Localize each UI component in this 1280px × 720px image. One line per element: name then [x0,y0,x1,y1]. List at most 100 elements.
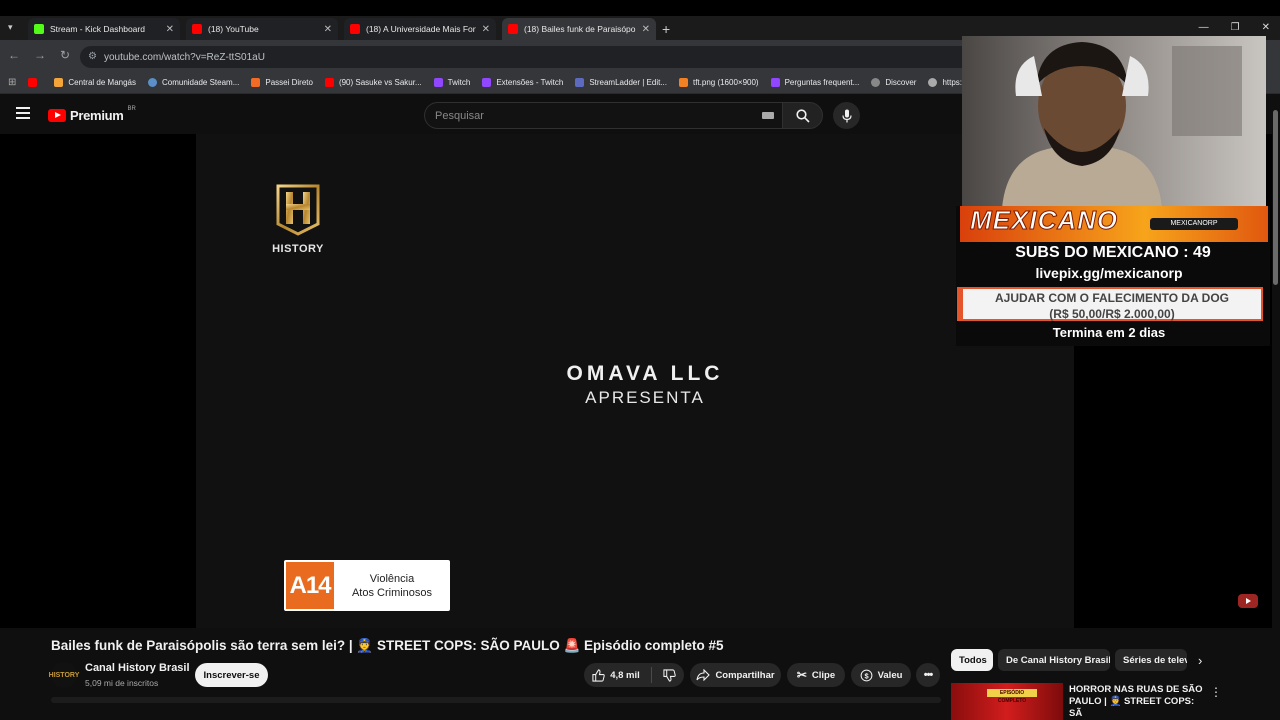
bookmark-item[interactable] [28,78,42,87]
presents-subtitle: APRESENTA [585,388,705,407]
close-tab-icon[interactable]: ✕ [482,24,490,35]
close-window-icon[interactable]: ✕ [1262,22,1270,33]
age-rating-badge: A14 Violência Atos Criminosos [284,560,450,611]
passei-direto-icon [251,78,261,87]
url-text: youtube.com/watch?v=ReZ-ttS01aU [104,51,265,63]
bookmark-item[interactable]: Extensões - Twitch [482,78,563,87]
voice-search-button[interactable] [833,102,860,129]
scrollbar-thumb[interactable] [1273,110,1278,285]
bookmark-item[interactable]: Passei Direto [251,78,313,87]
address-bar[interactable]: ⚙ youtube.com/watch?v=ReZ-ttS01aU [80,46,980,68]
rating-desc-line: Violência [369,572,415,585]
youtube-watermark-icon[interactable] [1236,592,1260,614]
tab-title: (18) Bailes funk de Paraisópolis [524,24,636,34]
nav-buttons: ← → ↻ [8,48,70,62]
youtube-icon [28,78,38,87]
tab-title: (18) A Universidade Mais Forte [366,24,476,34]
tab-bailes-funk[interactable]: (18) Bailes funk de Paraisópolis ✕ [502,18,656,40]
tab-youtube-home[interactable]: (18) YouTube ✕ [186,18,338,40]
site-info-icon[interactable]: ⚙ [88,51,97,62]
super-thanks-icon: $ [860,669,872,681]
bookmark-label: (90) Sasuke vs Sakur... [338,78,422,87]
tab-search-icon[interactable]: ▾ [8,22,13,33]
bookmark-item[interactable]: StreamLadder | Edit... [575,78,667,87]
search-input[interactable]: Pesquisar [424,102,782,129]
chip-all[interactable]: Todos [951,649,993,671]
forward-icon[interactable]: → [34,48,46,62]
logo-text: Premium [70,108,124,123]
window-controls: — ❐ ✕ [1199,22,1270,33]
channel-name[interactable]: Canal History Brasil [85,662,190,674]
livepix-link: livepix.gg/mexicanorp [1035,265,1183,281]
bookmark-item[interactable]: Comunidade Steam... [147,78,240,87]
scissors-icon: ✂ [796,668,807,682]
bookmark-item[interactable]: https:// [928,78,966,87]
back-icon[interactable]: ← [8,48,20,62]
thanks-button[interactable]: $ Valeu [851,663,911,687]
new-tab-button[interactable]: + [662,21,670,37]
subs-counter: SUBS DO MEXICANO : 49 [1015,244,1211,261]
chip-tv-series[interactable]: Séries de telev [1115,649,1187,671]
tab-kick-dashboard[interactable]: Stream - Kick Dashboard ✕ [28,18,180,40]
discover-icon [871,78,881,87]
steam-icon [147,78,157,87]
dislike-icon[interactable] [663,668,676,682]
youtube-logo[interactable]: Premium BR [48,105,136,123]
tab-title: (18) YouTube [208,24,259,34]
region-code: BR [127,105,136,112]
description-box[interactable] [51,697,941,703]
minimize-icon[interactable]: — [1199,22,1209,33]
bookmark-item[interactable]: Perguntas frequent... [770,78,860,87]
bookmark-label: Perguntas frequent... [784,78,860,87]
bookmark-item[interactable]: Twitch [433,78,470,87]
more-vert-icon[interactable]: ⋮ [1210,685,1222,699]
svg-text:$: $ [864,671,869,680]
streamer-webcam-image [962,36,1266,208]
bookmark-item[interactable]: Central de Mangás [54,78,136,87]
bookmark-item[interactable]: (90) Sasuke vs Sakur... [324,78,422,87]
bookmark-label: Extensões - Twitch [496,78,564,87]
microphone-icon [841,109,852,122]
goal-deadline: Termina em 2 dias [1052,325,1166,340]
close-tab-icon[interactable]: ✕ [642,24,650,35]
keyboard-icon[interactable] [762,112,774,119]
rating-description: Violência Atos Criminosos [334,572,450,600]
clip-button[interactable]: ✂ Clipe [787,663,845,687]
more-actions-button[interactable]: ••• [916,663,940,687]
share-button[interactable]: Compartilhar [690,663,781,687]
bookmark-label: StreamLadder | Edit... [589,78,667,87]
apps-icon[interactable]: ⊞ [8,77,16,88]
chevron-right-icon[interactable]: › [1198,653,1202,668]
streamer-name: MEXICANO [969,205,1119,236]
like-count[interactable]: 4,8 mil [610,670,640,681]
bookmark-item[interactable]: tft.png (1600×900) [678,78,759,87]
menu-icon[interactable] [16,107,30,119]
twitch-icon [770,78,780,87]
manga-icon [54,78,64,87]
maximize-icon[interactable]: ❐ [1231,22,1240,33]
youtube-play-icon [48,109,66,122]
reload-icon[interactable]: ↻ [60,48,70,62]
recommended-video-title[interactable]: HORROR NAS RUAS DE SÃO PAULO | 👮 STREET … [1069,684,1204,720]
like-icon[interactable] [592,668,605,682]
webcam-overlay [962,36,1266,208]
goal-title: AJUDAR COM O FALECIMENTO DA DOG [994,291,1229,305]
more-icon: ••• [923,669,934,681]
close-tab-icon[interactable]: ✕ [324,24,332,35]
search-button[interactable] [782,102,823,129]
recommended-video-thumbnail[interactable]: EPISÓDIO COMPLETO [951,683,1063,720]
youtube-icon [324,78,334,87]
chip-from-channel[interactable]: De Canal History Brasil [998,649,1110,671]
tab-universidade[interactable]: (18) A Universidade Mais Forte ✕ [344,18,496,40]
bookmark-item[interactable]: Discover [871,78,916,87]
like-dislike-group: 4,8 mil [584,663,684,687]
channel-avatar[interactable]: HISTORY [48,662,80,688]
subscribe-button[interactable]: Inscrever-se [195,663,268,687]
video-title: Bailes funk de Paraisópolis são terra se… [51,638,724,653]
avatar-text: HISTORY [48,671,80,679]
donation-goal-box: AJUDAR COM O FALECIMENTO DA DOG (R$ 50,0… [957,287,1263,321]
youtube-favicon-icon [508,24,518,34]
full-episode-badge: EPISÓDIO COMPLETO [987,689,1037,704]
close-tab-icon[interactable]: ✕ [166,24,174,35]
bookmark-label: Comunidade Steam... [161,78,240,87]
